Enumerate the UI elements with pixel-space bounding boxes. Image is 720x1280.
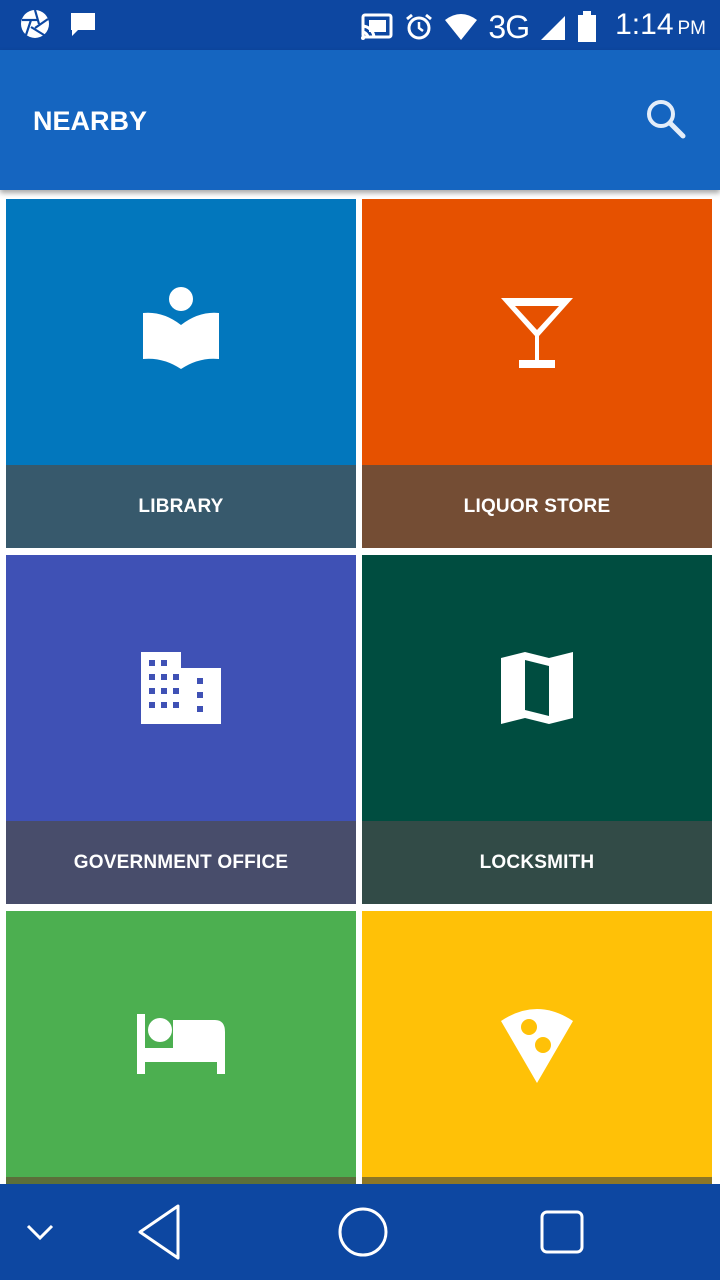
aperture-icon	[21, 9, 49, 38]
tile-government-office[interactable]: GOVERNMENT OFFICE	[6, 555, 356, 904]
tile-liquor-store[interactable]: LIQUOR STORE	[362, 199, 712, 548]
pizza-icon	[501, 1009, 573, 1083]
tile-label: LOCKSMITH	[479, 851, 595, 873]
network-type: 3G	[488, 9, 530, 45]
recents-button[interactable]	[538, 1208, 586, 1256]
tile-label-area: LIQUOR STORE	[362, 465, 712, 548]
tile-image-area	[362, 555, 712, 821]
collapse-button[interactable]	[22, 1214, 58, 1250]
home-button[interactable]	[336, 1205, 390, 1259]
tile-label: LIQUOR STORE	[463, 495, 611, 517]
search-icon	[647, 100, 686, 139]
page-title: NEARBY	[33, 106, 148, 136]
recents-icon	[540, 1210, 584, 1254]
tile-label: LIBRARY	[138, 495, 224, 517]
tile-image-area	[6, 199, 356, 465]
building-icon	[141, 652, 221, 724]
chevron-down-icon	[26, 1224, 54, 1241]
tile-image-area	[6, 555, 356, 821]
clock-ampm: PM	[677, 18, 707, 39]
tile-library[interactable]: LIBRARY	[6, 199, 356, 548]
tile-label-area: LOCKSMITH	[362, 821, 712, 904]
back-icon	[138, 1204, 180, 1260]
clock: 1:14 PM	[615, 6, 706, 48]
back-button[interactable]	[134, 1202, 186, 1262]
tile-label-area: GOVERNMENT OFFICE	[6, 821, 356, 904]
cell-signal-icon	[541, 16, 566, 40]
alarm-icon	[406, 13, 433, 40]
app-bar: NEARBY	[0, 50, 720, 190]
status-bar: 3G 1:14 PM	[0, 0, 720, 50]
cocktail-icon	[501, 298, 573, 368]
wifi-icon	[445, 14, 478, 40]
search-button[interactable]	[644, 97, 688, 141]
tile-locksmith[interactable]: LOCKSMITH	[362, 555, 712, 904]
home-icon	[338, 1207, 388, 1257]
system-nav-bar	[0, 1184, 720, 1280]
clock-time: 1:14	[615, 8, 674, 41]
tile-image-area	[6, 911, 356, 1177]
hotel-bed-icon	[137, 1014, 225, 1074]
tile-image-area	[362, 911, 712, 1177]
tile-label-area: LIBRARY	[6, 465, 356, 548]
tile-image-area	[362, 199, 712, 465]
library-icon	[143, 287, 219, 369]
battery-icon	[578, 11, 597, 42]
cast-icon	[361, 13, 393, 40]
tile-label: GOVERNMENT OFFICE	[73, 851, 289, 873]
message-icon	[71, 13, 95, 36]
map-icon	[501, 652, 573, 724]
